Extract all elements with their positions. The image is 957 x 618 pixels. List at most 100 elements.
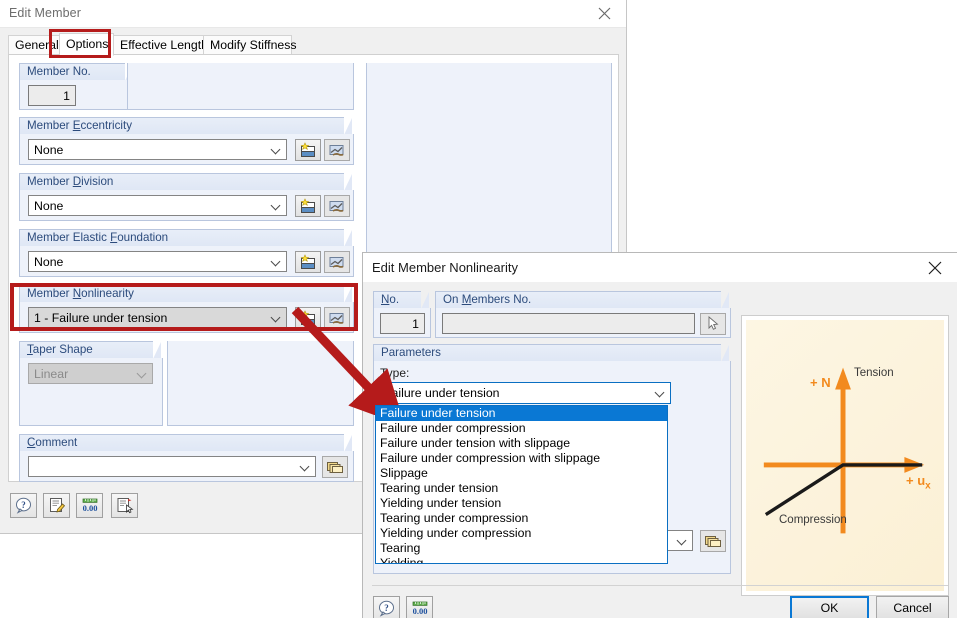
member-no-group: Member No. 1 [19,63,135,110]
type-option[interactable]: Tearing [376,541,667,556]
units-icon[interactable]: 0.00 [76,493,103,518]
type-option[interactable]: Failure under compression with slippage [376,451,667,466]
member-no-label: Member No. [19,63,125,80]
on-members-no-input[interactable] [442,313,695,334]
type-option[interactable]: Slippage [376,466,667,481]
type-option[interactable]: Tearing under tension [376,481,667,496]
member-preview-panel [366,63,612,255]
svg-text:0.00: 0.00 [412,606,427,616]
svg-text:0.00: 0.00 [82,503,97,513]
type-dropdown-list[interactable]: Failure under tensionFailure under compr… [375,405,668,564]
nonlinearity-diagram-panel: + N Tension + ux Compression [741,315,949,596]
type-option[interactable]: Failure under tension with slippage [376,436,667,451]
tab-options[interactable]: Options [59,33,114,56]
comment-library-button[interactable] [322,456,348,478]
chevron-down-icon [272,314,281,320]
member-nonlinearity-combobox[interactable]: 1 - Failure under tension [28,307,287,328]
new-nonlinearity-button[interactable] [295,307,321,329]
member-division-combobox[interactable]: None [28,195,287,216]
close-icon[interactable] [913,253,957,282]
member-nonlinearity-value: 1 - Failure under tension [34,311,167,325]
edit-nonlinearity-button[interactable] [324,307,350,329]
taper-shape-filler-panel [167,341,354,426]
type-option[interactable]: Tearing under compression [376,511,667,526]
member-elastic-foundation-label: Member Elastic Foundation [19,229,344,246]
cancel-button[interactable]: Cancel [876,596,949,618]
type-combobox-value: Failure under tension [384,386,500,400]
new-eccentricity-button[interactable] [295,139,321,161]
member-elastic-foundation-value: None [34,255,63,269]
type-option[interactable]: Yielding under tension [376,496,667,511]
nonlinearity-no-input[interactable]: 1 [380,313,425,334]
tab-modify-stiffness[interactable]: Modify Stiffness [203,35,292,55]
member-eccentricity-label: Member Eccentricity [19,117,344,134]
chevron-down-icon [301,463,310,469]
help-icon[interactable]: ? [10,493,37,518]
units-icon[interactable]: 0.00 [406,596,433,618]
edit-elastic-foundation-button[interactable] [324,251,350,273]
member-division-value: None [34,199,63,213]
tab-general[interactable]: General [8,35,60,55]
nonlinearity-no-label: No. [373,291,421,308]
ok-button[interactable]: OK [790,596,869,618]
compression-label: Compression [779,514,847,526]
nonlinearity-no-group: No. 1 [373,291,431,338]
on-members-no-label: On Members No. [435,291,721,308]
nonlinearity-titlebar: Edit Member Nonlinearity [363,253,957,282]
taper-shape-label: Taper Shape [19,341,153,358]
taper-shape-combobox[interactable]: Linear [28,363,153,384]
on-members-no-group: On Members No. [435,291,731,338]
new-elastic-foundation-button[interactable] [295,251,321,273]
member-nonlinearity-label: Member Nonlinearity [19,285,344,302]
member-division-label: Member Division [19,173,344,190]
nonlinearity-diagram: + N Tension + ux Compression [746,320,944,591]
chevron-down-icon [678,537,687,543]
member-no-filler-panel [127,63,354,110]
pick-cursor-icon[interactable] [700,313,726,335]
edit-note-icon[interactable] [43,493,70,518]
edit-eccentricity-button[interactable] [324,139,350,161]
type-option[interactable]: Failure under compression [376,421,667,436]
screen-root: Edit Member General Options Effective Le… [0,0,957,618]
comment-combobox[interactable] [28,456,316,477]
member-division-group: Member Division None [19,173,354,221]
type-option[interactable]: Failure under tension [376,406,667,421]
axis-n-label: + N [810,375,831,390]
close-icon[interactable] [582,0,626,27]
axis-u-label: + ux [906,473,931,492]
member-eccentricity-value: None [34,143,63,157]
tension-label: Tension [854,367,894,379]
tabstrip: General Options Effective Lengths Modify… [8,33,619,55]
taper-shape-group: Taper Shape Linear [19,341,163,426]
comment-group: Comment [19,434,354,482]
pick-note-icon[interactable] [111,493,138,518]
comment-label: Comment [19,434,344,451]
edit-member-titlebar: Edit Member [0,0,626,28]
diagram-svg [746,320,944,591]
chevron-down-icon [272,258,281,264]
type-option[interactable]: Yielding under compression [376,526,667,541]
member-no-input[interactable]: 1 [28,85,76,106]
svg-text:?: ? [21,500,26,510]
svg-text:?: ? [384,603,389,613]
nonlinearity-title: Edit Member Nonlinearity [372,260,518,275]
taper-shape-value: Linear [34,367,68,381]
new-division-button[interactable] [295,195,321,217]
member-nonlinearity-group: Member Nonlinearity 1 - Failure under te… [19,285,354,333]
help-icon[interactable]: ? [373,596,400,618]
footer-separator [372,585,948,586]
chevron-down-icon [272,146,281,152]
parameters-library-button[interactable] [700,530,726,552]
member-elastic-foundation-group: Member Elastic Foundation None [19,229,354,277]
member-eccentricity-group: Member Eccentricity None [19,117,354,165]
chevron-down-icon [656,389,665,395]
tab-effective-lengths[interactable]: Effective Lengths [113,35,204,55]
edit-division-button[interactable] [324,195,350,217]
parameters-label: Parameters [373,344,721,361]
type-option[interactable]: Yielding [376,556,667,564]
type-label: Type: [380,366,409,380]
member-eccentricity-combobox[interactable]: None [28,139,287,160]
type-combobox[interactable]: Failure under tension [378,382,671,404]
member-elastic-foundation-combobox[interactable]: None [28,251,287,272]
edit-member-title: Edit Member [9,6,81,20]
